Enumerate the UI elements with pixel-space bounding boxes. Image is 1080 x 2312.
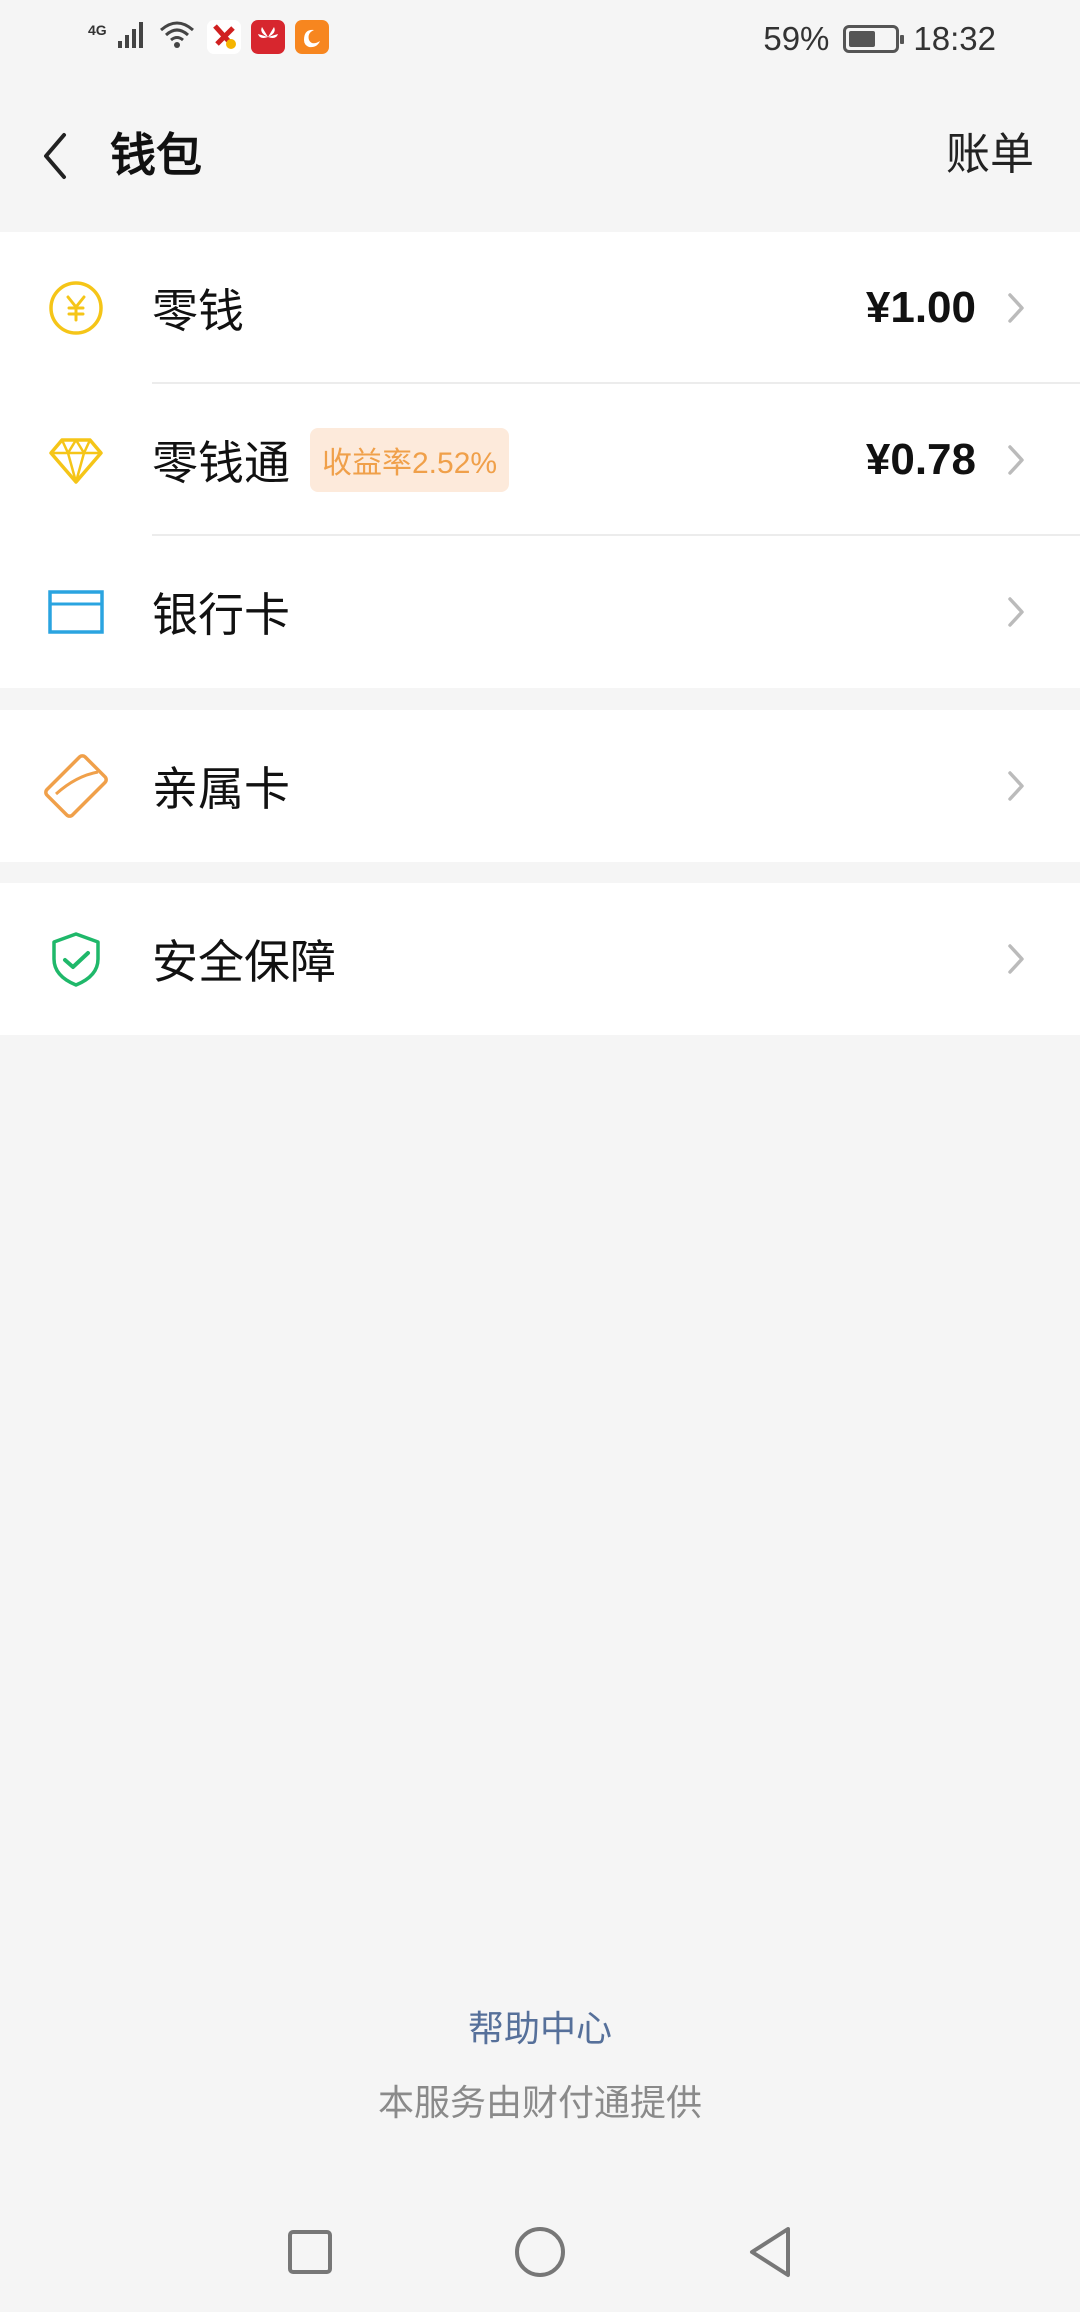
sms-app-icon — [206, 19, 241, 54]
square-icon — [288, 2230, 332, 2274]
list-item-lingqiantong[interactable]: 零钱通 收益率2.52% ¥0.78 — [0, 384, 1080, 536]
back-button[interactable] — [30, 116, 80, 196]
battery-percent: 59% — [763, 20, 830, 57]
huawei-app-icon — [250, 19, 285, 54]
help-center-link[interactable]: 帮助中心 — [0, 2000, 1080, 2052]
family-section: 亲属卡 — [0, 710, 1080, 862]
nav-bar: 钱包 账单 — [0, 80, 1080, 230]
item-label: 零钱 — [152, 285, 244, 337]
chevron-right-icon — [1002, 939, 1030, 979]
uc-browser-icon — [294, 19, 329, 54]
chevron-right-icon — [1002, 592, 1030, 632]
family-card-icon — [44, 754, 108, 818]
page-title: 钱包 — [110, 129, 202, 181]
network-type: 4G — [88, 22, 107, 38]
provider-note: 本服务由财付通提供 — [377, 2082, 702, 2123]
list-item-security[interactable]: 安全保障 — [0, 883, 1080, 1035]
status-left: 4G — [88, 18, 329, 55]
back-nav-button[interactable] — [740, 2222, 800, 2282]
diamond-icon — [44, 428, 108, 492]
battery-icon — [843, 25, 905, 53]
item-label: 银行卡 — [152, 589, 290, 641]
circle-icon — [515, 2227, 565, 2277]
status-right: 59% 18:32 — [763, 20, 996, 58]
item-label: 零钱通 — [152, 437, 290, 489]
chevron-left-icon — [44, 133, 66, 179]
list-item-family-card[interactable]: 亲属卡 — [0, 710, 1080, 862]
home-button[interactable] — [510, 2222, 570, 2282]
wallet-section: 零钱 ¥1.00 零钱通 收益率2.52% ¥0.78 银行卡 — [0, 232, 1080, 688]
chevron-right-icon — [1002, 766, 1030, 806]
status-bar: 4G 59% 18:32 — [0, 0, 1080, 80]
clock: 18:32 — [913, 20, 996, 57]
item-amount: ¥1.00 — [865, 283, 976, 332]
shield-check-icon — [44, 927, 108, 991]
wifi-icon — [157, 18, 197, 55]
bank-card-icon — [44, 580, 108, 644]
item-label: 安全保障 — [152, 936, 336, 988]
yield-badge: 收益率2.52% — [310, 428, 510, 492]
yuan-coin-icon — [44, 276, 108, 340]
item-amount: ¥0.78 — [865, 435, 976, 484]
chevron-right-icon — [1002, 288, 1030, 328]
security-section: 安全保障 — [0, 883, 1080, 1035]
bill-button[interactable]: 账单 — [946, 120, 1034, 190]
system-nav-bar — [0, 2212, 1080, 2292]
signal-icon — [117, 19, 147, 54]
triangle-back-icon — [750, 2227, 790, 2277]
list-item-change[interactable]: 零钱 ¥1.00 — [0, 232, 1080, 384]
item-label: 亲属卡 — [152, 763, 290, 815]
chevron-right-icon — [1002, 440, 1030, 480]
recent-apps-button[interactable] — [280, 2222, 340, 2282]
list-item-bank-card[interactable]: 银行卡 — [0, 536, 1080, 688]
